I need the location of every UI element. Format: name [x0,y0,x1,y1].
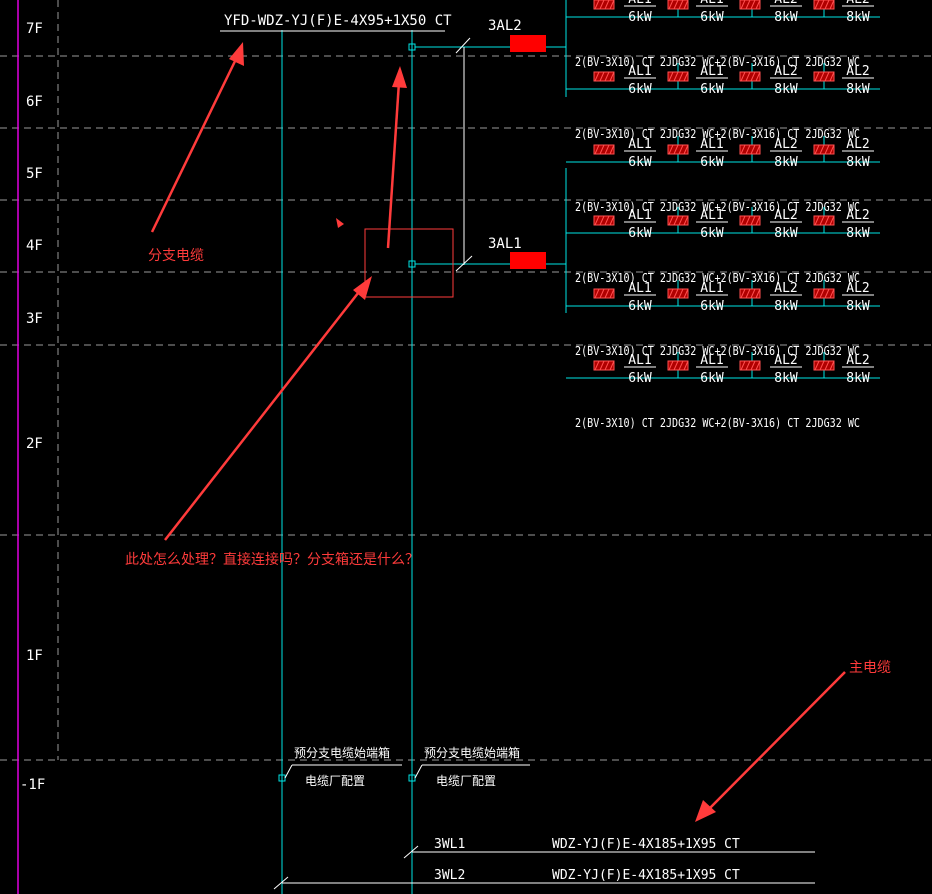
meter-id-label: AL2 [846,353,869,368]
meter-id-label: AL2 [774,137,797,152]
meter-id-label: AL1 [628,137,651,152]
meter-power-label: 8kW [846,155,870,170]
meter-power-label: 8kW [846,10,870,25]
meter-power-label: 8kW [774,299,798,314]
meter-power-label: 8kW [774,155,798,170]
basement-note-line2: 电缆厂配置 [305,774,365,788]
meter-id-label: AL2 [774,64,797,79]
floor-label: 5F [26,166,43,182]
meter-power-label: 6kW [628,299,652,314]
meter-power-label: 8kW [774,226,798,241]
basement-leader [284,764,293,779]
meter-id-label: AL1 [700,281,723,296]
basement-leader [414,764,423,779]
feeder-spec-3wl1: WDZ-YJ(F)E-4X185+1X95 CT [552,837,740,852]
small-marker-triangle [336,218,344,228]
meter-power-label: 6kW [628,155,652,170]
meter-power-label: 6kW [700,226,724,241]
arrowhead-icon [392,66,407,88]
meter-power-label: 8kW [846,299,870,314]
meter-power-label: 6kW [628,226,652,241]
floor-label: 2F [26,436,43,452]
meter-power-label: 8kW [846,371,870,386]
meter-id-label: AL1 [700,137,723,152]
meter-power-label: 6kW [628,82,652,97]
arrow-branch-tap [386,81,401,249]
feeder-spec-label: 2(BV-3X10) CT 2JDG32 WC+2(BV-3X16) CT 2J… [575,415,860,430]
feeder-id-3wl1: 3WL1 [434,837,465,852]
meter-id-label: AL2 [846,281,869,296]
arrow-question [164,287,363,541]
arrow-main-cable [705,671,846,813]
tap-slash [455,37,471,54]
arrowhead-icon [229,42,244,66]
meter-power-label: 8kW [846,82,870,97]
annotation-branch-cable: 分支电缆 [148,248,204,264]
meter-power-label: 6kW [700,371,724,386]
annotation-question: 此处怎么处理？直接连接吗？分支箱还是什么？ [125,551,419,568]
meter-power-label: 6kW [700,82,724,97]
box-label-3al2: 3AL2 [488,18,522,34]
floor-labels: 7F 6F 5F 4F 3F 2F 1F -1F [20,21,45,793]
meter-id-label: AL2 [846,64,869,79]
meter-power-label: 6kW [628,371,652,386]
floor-label: -1F [20,777,45,793]
floor-label: 7F [26,21,43,37]
meter-power-label: 8kW [774,82,798,97]
meter-power-label: 6kW [700,299,724,314]
cad-riser-diagram: AL1 6kW AL1 6kW AL2 8kW AL2 8kW 2(BV-3X10) CT 2J… [0,0,932,894]
meter-id-label: AL1 [628,208,651,223]
meter-power-label: 8kW [774,371,798,386]
box-label-3al1: 3AL1 [488,236,522,252]
meter-id-label: AL1 [628,64,651,79]
meter-id-label: AL2 [774,281,797,296]
distribution-box-3al2 [510,35,546,52]
basement-note-line1: 预分支电缆始端箱 [294,745,390,760]
meter-id-label: AL2 [846,208,869,223]
floor-label: 6F [26,94,43,110]
meter-power-label: 6kW [700,10,724,25]
annotation-arrows [150,42,846,822]
arrowhead-icon [695,800,716,822]
meter-id-label: AL1 [628,353,651,368]
feeder-id-3wl2: 3WL2 [434,868,465,883]
meter-power-label: 6kW [628,10,652,25]
basement-note-line1: 预分支电缆始端箱 [424,745,520,760]
basement-note-line2: 电缆厂配置 [436,774,496,788]
meter-power-label: 8kW [846,226,870,241]
distribution-box-3al1 [510,252,546,269]
floor-label: 1F [26,648,43,664]
annotation-main-cable: 主电缆 [849,660,891,676]
meter-power-label: 6kW [700,155,724,170]
floor-label: 4F [26,238,43,254]
meter-id-label: AL2 [774,353,797,368]
feeder-spec-3wl2: WDZ-YJ(F)E-4X185+1X95 CT [552,868,740,883]
floor-label: 3F [26,311,43,327]
branch-cable-label: YFD-WDZ-YJ(F)E-4X95+1X50 CT [224,13,452,29]
meter-id-label: AL1 [700,64,723,79]
arrow-branch-cable [150,54,240,233]
meter-id-label: AL2 [846,137,869,152]
meter-id-label: AL1 [628,281,651,296]
meter-id-label: AL2 [774,208,797,223]
meter-id-label: AL1 [700,353,723,368]
meter-id-label: AL1 [700,208,723,223]
meter-power-label: 8kW [774,10,798,25]
